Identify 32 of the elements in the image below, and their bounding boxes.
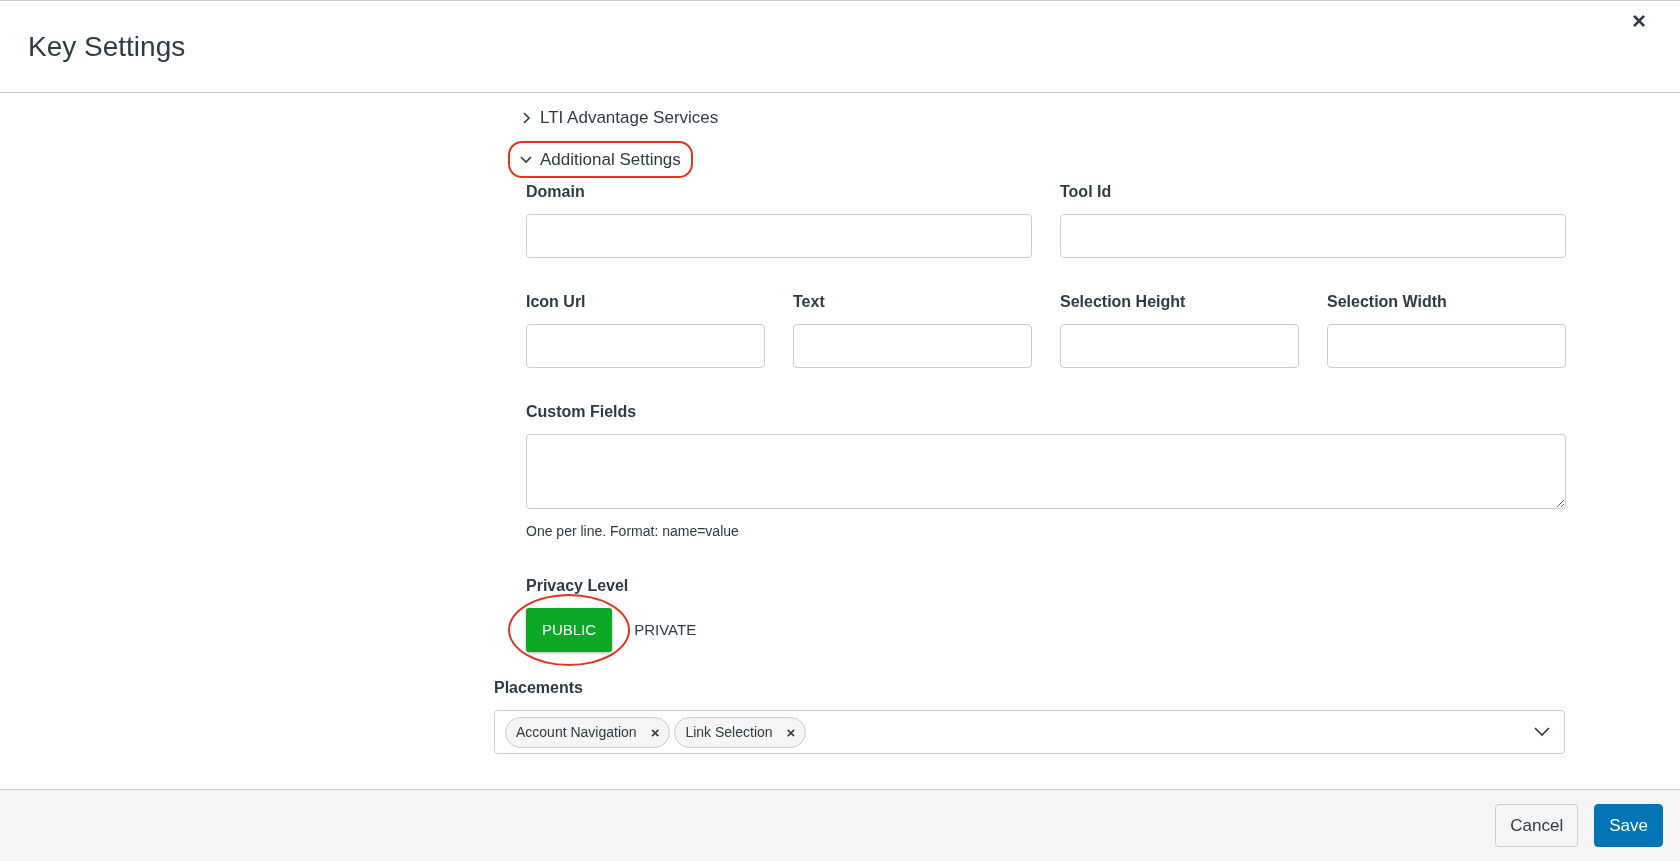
privacy-option[interactable]: PRIVATE	[612, 618, 697, 642]
field-label: Custom Fields	[526, 402, 638, 422]
input-field[interactable]	[1327, 324, 1566, 368]
tag-label: Link Selection	[685, 722, 773, 742]
field-label: Selection Width	[1327, 292, 1448, 312]
input-field[interactable]	[793, 324, 1032, 368]
save-button[interactable]: Save	[1594, 803, 1663, 848]
section-toggle[interactable]: Additional Settings	[510, 142, 691, 176]
chevron-down-icon	[520, 153, 532, 166]
input-field[interactable]	[1060, 324, 1299, 368]
field-label: Privacy Level	[526, 576, 630, 596]
help-text: One per line. Format: name=value	[526, 522, 740, 541]
input-field[interactable]	[526, 214, 1032, 258]
chevron-right-icon	[520, 111, 532, 124]
cancel-button[interactable]: Cancel	[1495, 803, 1579, 848]
remove-tag-button[interactable]: ×	[786, 724, 796, 740]
chevron-down-icon[interactable]	[1534, 727, 1550, 737]
field-label: Selection Height	[1060, 292, 1187, 312]
field-label: Domain	[526, 182, 586, 202]
input-field[interactable]	[1060, 214, 1566, 258]
field-label: Icon Url	[526, 292, 587, 312]
section-toggle[interactable]: LTI Advantage Services	[510, 101, 729, 135]
text-area[interactable]	[526, 434, 1566, 509]
input-field[interactable]	[526, 324, 765, 368]
close-button[interactable]: ×	[1626, 9, 1652, 33]
field-label: Tool Id	[1060, 182, 1113, 202]
dialog-title: Key Settings	[28, 29, 186, 64]
multi-select[interactable]: Account Navigation × Link Selection ×	[494, 710, 1565, 754]
remove-tag-button[interactable]: ×	[650, 724, 660, 740]
field-label: Text	[793, 292, 826, 312]
tag-label: Account Navigation	[516, 722, 637, 742]
field-label: Placements	[494, 678, 584, 698]
